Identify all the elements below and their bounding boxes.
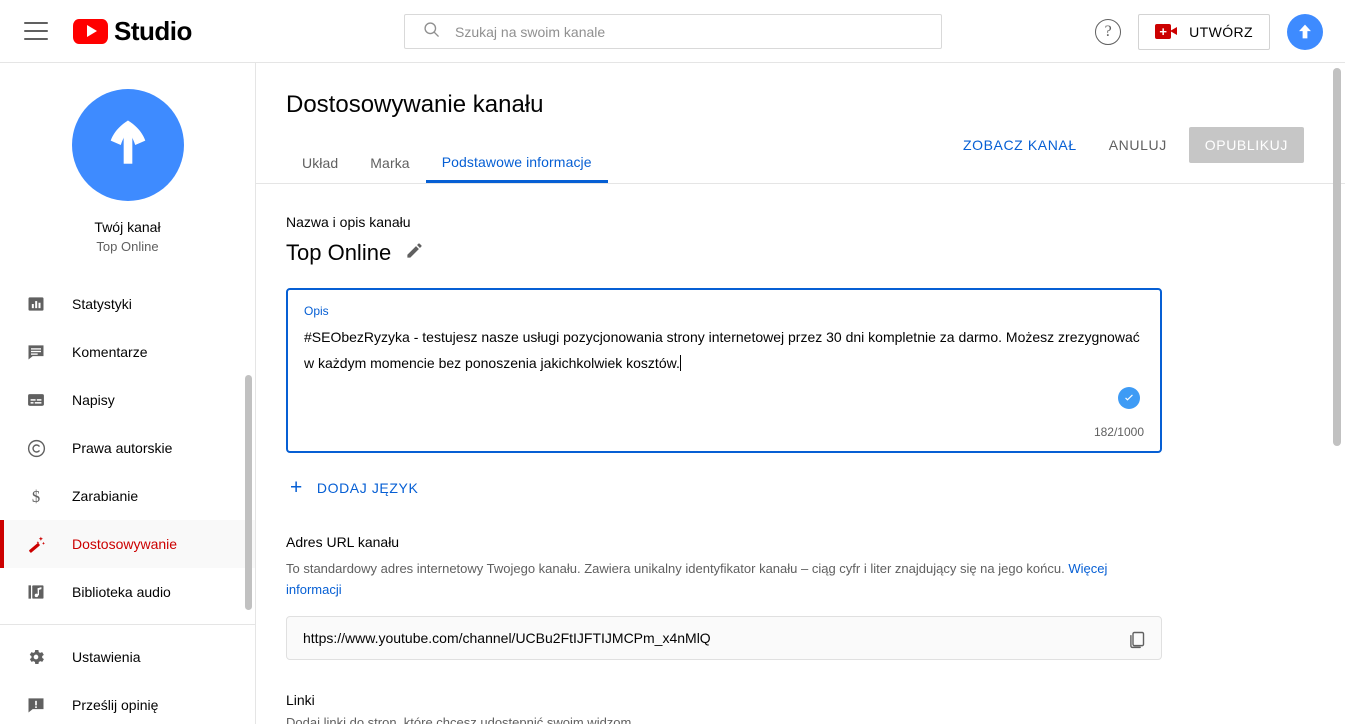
search-icon [422, 20, 441, 44]
links-section-subtitle: Dodaj linki do stron, które chcesz udost… [286, 715, 632, 724]
description-counter: 182/1000 [1093, 425, 1144, 439]
top-bar: Studio ? + UTWÓRZ [0, 0, 1345, 63]
top-bar-actions: ? + UTWÓRZ [1095, 0, 1323, 63]
feedback-icon [24, 693, 48, 717]
hamburger-icon[interactable] [24, 22, 48, 40]
basic-info-panel: Nazwa i opis kanału Top Online Opis #SEO… [256, 214, 1345, 724]
tab-marka[interactable]: Marka [354, 143, 425, 183]
sidebar-channel-title: Twój kanał [94, 219, 161, 235]
sidebar-divider [0, 624, 255, 625]
channel-avatar-arrow-icon [110, 120, 145, 164]
magic-wand-icon [24, 532, 48, 556]
sidebar-item-label: Zarabianie [72, 488, 139, 504]
help-question-icon[interactable]: ? [1095, 18, 1122, 45]
sidebar-item-ustawienia[interactable]: Ustawienia [0, 633, 255, 681]
url-section-title: Adres URL kanału [286, 534, 400, 550]
create-button-label: UTWÓRZ [1189, 23, 1253, 40]
svg-text:$: $ [32, 487, 40, 506]
bar-chart-icon [24, 292, 48, 316]
sidebar-item-label: Prawa autorskie [72, 440, 173, 456]
youtube-logo-icon [73, 18, 108, 44]
view-channel-button[interactable]: ZOBACZ KANAŁ [951, 127, 1089, 163]
name-section-label: Nazwa i opis kanału [286, 214, 411, 230]
channel-name-row: Top Online [286, 240, 1345, 266]
sidebar-scrollbar[interactable] [245, 375, 252, 610]
sidebar-item-napisy[interactable]: Napisy [0, 376, 255, 424]
channel-avatar-arrow-icon [1299, 24, 1311, 38]
youtube-studio-app: Studio ? + UTWÓRZ [0, 0, 1345, 724]
sidebar-item-label: Statystyki [72, 296, 132, 312]
sidebar-item-biblioteka-audio[interactable]: Biblioteka audio [0, 568, 255, 616]
channel-url-field[interactable]: https://www.youtube.com/channel/UCBu2FtI… [286, 616, 1162, 660]
studio-brand[interactable]: Studio [73, 16, 192, 47]
tab-uklad[interactable]: Układ [286, 143, 354, 183]
comment-icon [24, 340, 48, 364]
sidebar-item-label: Prześlij opinię [72, 697, 159, 713]
description-value: #SEObezRyzyka - testujesz nasze usługi p… [304, 329, 1144, 371]
tab-bar: Układ Marka Podstawowe informacje ZOBACZ… [256, 127, 1345, 184]
page-title: Dostosowywanie kanału [286, 91, 544, 118]
dollar-icon: $ [24, 484, 48, 508]
url-help-text: To standardowy adres internetowy Twojego… [286, 561, 1069, 576]
brand-label: Studio [114, 15, 192, 46]
sidebar-channel-block[interactable]: Twój kanał Top Online [0, 63, 255, 254]
description-field[interactable]: Opis #SEObezRyzyka - testujesz nasze usł… [286, 288, 1162, 453]
sidebar-item-dostosowywanie[interactable]: Dostosowywanie [0, 520, 255, 568]
sidebar-item-komentarze[interactable]: Komentarze [0, 328, 255, 376]
cancel-button[interactable]: ANULUJ [1097, 127, 1179, 163]
pencil-icon[interactable] [405, 241, 424, 265]
sidebar-item-przeslij-opinie[interactable]: Prześlij opinię [0, 681, 255, 724]
main-content: Dostosowywanie kanału Układ Marka Podsta… [256, 63, 1345, 724]
video-camera-plus-icon: + [1155, 24, 1178, 39]
search-bar [404, 14, 942, 49]
text-caret [679, 355, 681, 371]
copyright-icon [24, 436, 48, 460]
sidebar-channel-avatar [71, 89, 184, 201]
sidebar-item-statystyki[interactable]: Statystyki [0, 280, 255, 328]
sidebar-item-zarabianie[interactable]: $ Zarabianie [0, 472, 255, 520]
channel-url-value: https://www.youtube.com/channel/UCBu2FtI… [303, 630, 711, 646]
add-language-label: DODAJ JĘZYK [316, 479, 419, 496]
gear-icon [24, 645, 48, 669]
avatar[interactable] [1287, 13, 1323, 50]
sidebar-item-label: Ustawienia [72, 649, 141, 665]
main-scrollbar[interactable] [1333, 68, 1341, 446]
sidebar-item-prawa-autorskie[interactable]: Prawa autorskie [0, 424, 255, 472]
tab-podstawowe-informacje[interactable]: Podstawowe informacje [425, 143, 608, 183]
page-actions: ZOBACZ KANAŁ ANULUJ OPUBLIKUJ [951, 127, 1304, 163]
links-section-title: Linki [286, 692, 315, 708]
check-circle-icon [1118, 387, 1140, 409]
sidebar-channel-subtitle: Top Online [96, 239, 159, 254]
publish-button[interactable]: OPUBLIKUJ [1188, 127, 1304, 163]
subtitles-icon [24, 388, 48, 412]
sidebar-item-label: Komentarze [72, 344, 148, 360]
description-legend: Opis [304, 304, 329, 318]
create-button[interactable]: + UTWÓRZ [1138, 13, 1270, 50]
url-section-help: To standardowy adres internetowy Twojego… [286, 558, 1126, 600]
sidebar: Twój kanał Top Online Statystyki Komenta… [0, 63, 256, 724]
sidebar-item-label: Napisy [72, 392, 115, 408]
channel-name-value: Top Online [286, 240, 392, 265]
copy-icon[interactable] [1123, 626, 1149, 652]
audio-library-icon [24, 580, 48, 604]
sidebar-menu: Statystyki Komentarze Napisy Prawa autor… [0, 280, 255, 724]
add-language-button[interactable]: + DODAJ JĘZYK [286, 471, 422, 504]
sidebar-item-label: Biblioteka audio [72, 584, 171, 600]
search-box[interactable] [404, 14, 942, 49]
description-textarea[interactable]: #SEObezRyzyka - testujesz nasze usługi p… [304, 324, 1144, 376]
plus-icon: + [290, 476, 303, 499]
sidebar-item-label: Dostosowywanie [72, 536, 178, 552]
search-input[interactable] [455, 23, 941, 40]
